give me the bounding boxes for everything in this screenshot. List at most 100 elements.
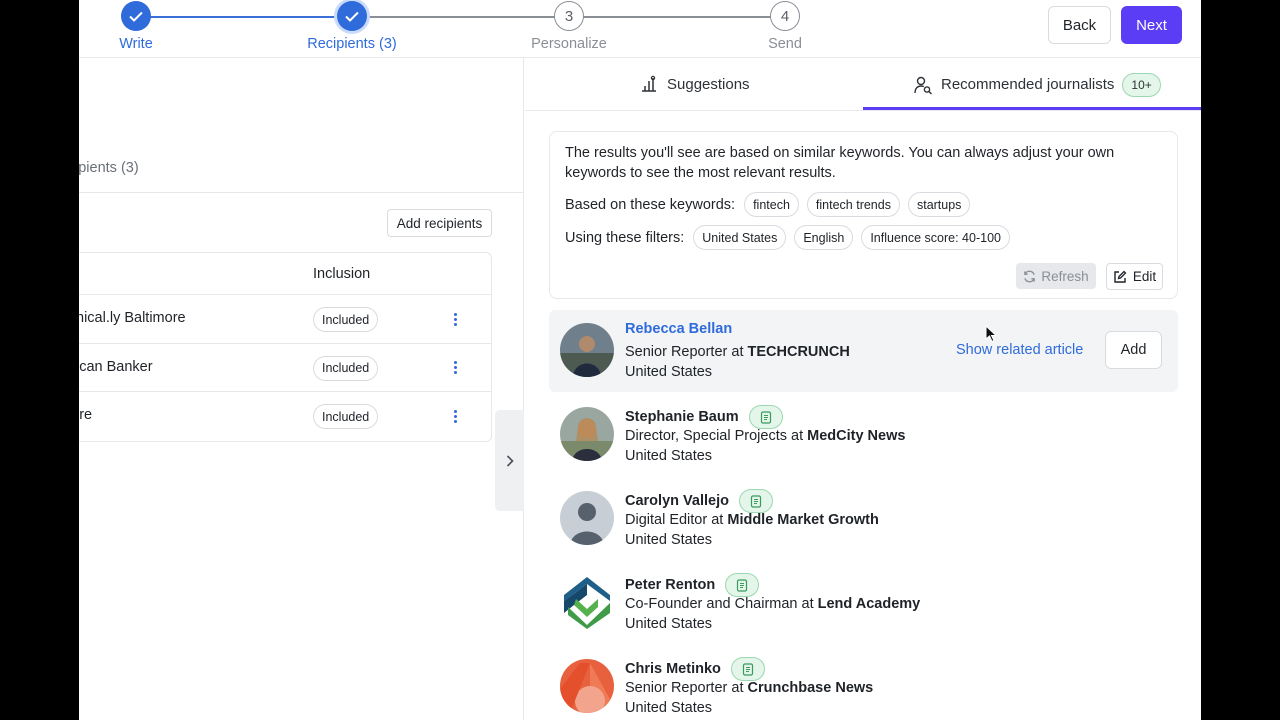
journalist-row[interactable]: Stephanie Baum Director, Special Project… <box>549 394 1178 476</box>
step-write[interactable]: Write <box>79 1 206 52</box>
step-label: Write <box>119 36 153 52</box>
journalist-outlet: Lend Academy <box>817 596 921 612</box>
keywords-label: Based on these keywords: <box>565 196 736 213</box>
tab-label: Recommended journalists <box>941 76 1115 93</box>
journalist-outlet: TECHCRUNCH <box>747 344 850 360</box>
journalist-location: United States <box>625 448 713 464</box>
more-vertical-icon[interactable] <box>448 308 462 330</box>
journalist-role: Senior Reporter at Crunchbase News <box>625 680 874 696</box>
recipient-name: nical.ly Baltimore <box>79 310 186 326</box>
filters-row: Using these filters: United States Engli… <box>565 225 1010 250</box>
recipients-table: Inclusion nical.ly Baltimore Included ic… <box>79 252 492 442</box>
count-badge: 10+ <box>1122 72 1161 97</box>
keyword-chip[interactable]: startups <box>907 192 971 217</box>
journalist-row[interactable]: Chris Metinko Senior Reporter at Crunchb… <box>549 646 1178 720</box>
column-header-inclusion: Inclusion <box>313 266 371 282</box>
divider <box>79 192 524 193</box>
edit-button[interactable]: Edit <box>1106 263 1163 290</box>
more-vertical-icon[interactable] <box>448 357 462 379</box>
collapse-panel-button[interactable] <box>495 410 524 511</box>
article-icon <box>748 405 783 429</box>
tab-suggestions[interactable]: Suggestions <box>639 58 750 111</box>
check-icon <box>337 1 367 31</box>
journalist-location: United States <box>625 532 713 548</box>
table-row[interactable]: ican Banker Included <box>79 344 491 392</box>
avatar-placeholder-icon <box>560 491 614 545</box>
avatar <box>560 659 614 713</box>
step-label: Personalize <box>531 36 607 52</box>
info-description: The results you'll see are based on simi… <box>565 145 1115 181</box>
journalist-name[interactable]: Chris Metinko <box>625 657 765 681</box>
journalist-name[interactable]: Carolyn Vallejo <box>625 489 773 513</box>
more-vertical-icon[interactable] <box>448 405 462 427</box>
active-tab-indicator <box>863 107 1201 110</box>
edit-label: Edit <box>1132 269 1157 284</box>
table-row[interactable]: nical.ly Baltimore Included <box>79 295 491 344</box>
table-row[interactable]: ire Included <box>79 392 491 441</box>
right-tabs: Suggestions Recommended journalists 10+ <box>525 58 1201 111</box>
add-journalist-button[interactable]: Add <box>1105 331 1162 369</box>
journalist-row[interactable]: Peter Renton Co-Founder and Chairman at … <box>549 562 1178 644</box>
journalist-role: Senior Reporter at TECHCRUNCH <box>625 344 850 360</box>
filters-label: Using these filters: <box>565 229 685 246</box>
journalist-row[interactable]: Rebecca Bellan Senior Reporter at TECHCR… <box>549 310 1178 392</box>
article-icon <box>730 657 765 681</box>
journalist-name[interactable]: Peter Renton <box>625 573 760 597</box>
step-recipients[interactable]: Recipients (3) <box>282 1 422 52</box>
suggestions-icon <box>642 75 656 92</box>
step-personalize[interactable]: 3 Personalize <box>499 1 639 52</box>
journalist-role: Digital Editor at Middle Market Growth <box>625 512 879 528</box>
refresh-button[interactable]: Refresh <box>1016 263 1096 289</box>
user-search-icon <box>914 76 932 94</box>
keywords-row: Based on these keywords: fintech fintech… <box>565 192 971 217</box>
article-icon <box>725 573 760 597</box>
check-icon <box>121 1 151 31</box>
journalist-outlet: MedCity News <box>807 428 906 444</box>
refresh-icon <box>1024 270 1036 282</box>
journalist-location: United States <box>625 616 713 632</box>
tab-recipients[interactable]: ipients (3) <box>79 160 139 176</box>
status-badge: Included <box>313 355 379 381</box>
avatar <box>560 323 614 377</box>
journalist-location: United States <box>625 700 713 716</box>
add-recipients-button[interactable]: Add recipients <box>387 209 492 237</box>
app-frame: Write Recipients (3) 3 Personalize 4 Sen… <box>79 0 1201 720</box>
mouse-cursor-icon <box>985 325 997 343</box>
step-send[interactable]: 4 Send <box>715 1 855 52</box>
step-label: Send <box>768 36 802 52</box>
journalist-role: Co-Founder and Chairman at Lend Academy <box>625 596 921 612</box>
next-button[interactable]: Next <box>1121 6 1182 44</box>
journalist-name[interactable]: Rebecca Bellan <box>625 321 732 337</box>
journalist-outlet: Middle Market Growth <box>727 512 879 528</box>
back-button[interactable]: Back <box>1048 6 1111 44</box>
refresh-label: Refresh <box>1041 268 1089 284</box>
recipients-panel: ipients (3) Add recipients Inclusion nic… <box>79 58 524 720</box>
step-label: Recipients (3) <box>307 36 397 52</box>
chevron-right-icon <box>506 454 514 467</box>
step-number: 4 <box>770 1 800 31</box>
filter-chip[interactable]: Influence score: 40-100 <box>861 225 1010 250</box>
journalist-location: United States <box>625 364 713 380</box>
article-icon <box>738 489 773 513</box>
table-header: Inclusion <box>79 253 491 295</box>
lend-academy-logo <box>560 575 614 629</box>
journalist-role: Director, Special Projects at MedCity Ne… <box>625 428 906 444</box>
show-related-article-link[interactable]: Show related article <box>956 342 1083 358</box>
journalist-outlet: Crunchbase News <box>747 680 874 696</box>
avatar <box>560 407 614 461</box>
filter-chip[interactable]: United States <box>693 225 787 250</box>
stepper-header: Write Recipients (3) 3 Personalize 4 Sen… <box>79 0 1201 58</box>
step-number: 3 <box>554 1 584 31</box>
journalist-row[interactable]: Carolyn Vallejo Digital Editor at Middle… <box>549 478 1178 560</box>
status-badge: Included <box>313 404 379 429</box>
keyword-chip[interactable]: fintech trends <box>806 192 900 217</box>
tab-recommended-journalists[interactable]: Recommended journalists 10+ <box>913 58 1161 111</box>
recipient-name: ican Banker <box>79 358 153 375</box>
keywords-info-card: The results you'll see are based on simi… <box>549 131 1178 299</box>
filter-chip[interactable]: English <box>794 225 854 250</box>
edit-icon <box>1114 270 1127 283</box>
keyword-chip[interactable]: fintech <box>744 192 799 217</box>
recipient-name: ire <box>79 407 93 423</box>
journalist-name[interactable]: Stephanie Baum <box>625 405 783 429</box>
tab-label: Suggestions <box>667 76 750 93</box>
